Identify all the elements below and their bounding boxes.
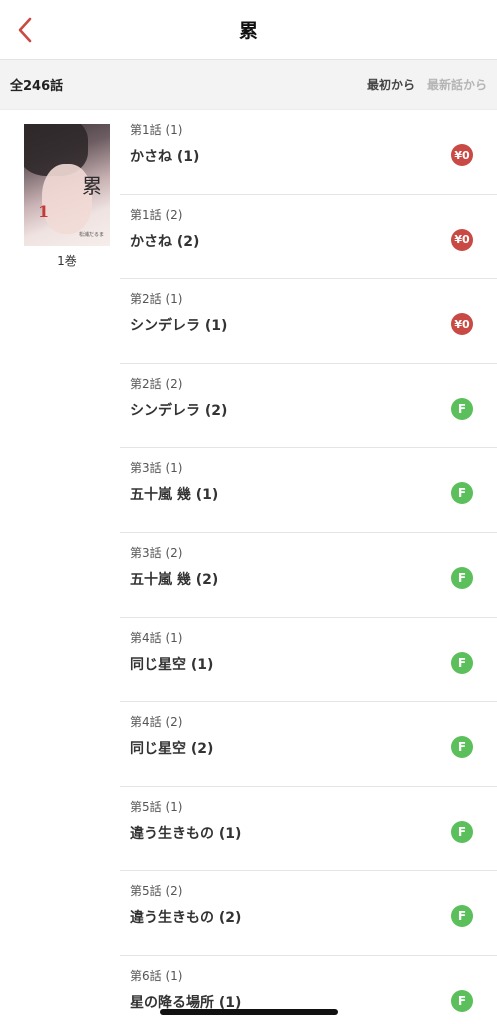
- episode-row[interactable]: 第4話 (1) 同じ星空 (1) F: [120, 618, 497, 703]
- episode-row[interactable]: 第2話 (2) シンデレラ (2) F: [120, 364, 497, 449]
- volume-cover-image[interactable]: 累 1 松浦だるま: [24, 124, 110, 246]
- episode-row[interactable]: 第4話 (2) 同じ星空 (2) F: [120, 702, 497, 787]
- episode-title: シンデレラ (1): [130, 318, 228, 335]
- episode-number: 第4話 (1): [130, 630, 183, 645]
- price-badge-icon: ¥0: [451, 313, 473, 336]
- back-button[interactable]: [10, 14, 40, 46]
- sort-newest-button[interactable]: 最新話から: [427, 76, 487, 93]
- episode-title: かさね (1): [130, 149, 200, 165]
- episode-number: 第3話 (1): [130, 461, 183, 476]
- cover-volume-number: 1: [38, 202, 50, 221]
- episode-number: 第1話 (1): [130, 123, 183, 137]
- free-badge-icon: F: [451, 566, 473, 589]
- episode-row[interactable]: 第1話 (1) かさね (1) ¥0: [120, 110, 497, 195]
- free-badge-icon: F: [451, 736, 473, 759]
- episode-number: 第2話 (1): [130, 292, 183, 307]
- episode-title: 五十嵐 幾 (1): [130, 487, 219, 504]
- cover-title: 累: [82, 174, 102, 198]
- sort-options: 最初から 最新話から: [367, 76, 487, 93]
- episode-title: 違う生きもの (2): [130, 910, 242, 927]
- free-badge-icon: F: [451, 905, 473, 928]
- episode-title: 五十嵐 幾 (2): [130, 571, 219, 588]
- cover-author: 松浦だるま: [78, 232, 104, 238]
- price-badge-icon: ¥0: [451, 144, 473, 166]
- episode-number: 第4話 (2): [130, 715, 183, 730]
- sort-oldest-button[interactable]: 最初から: [367, 76, 415, 93]
- episode-title: 同じ星空 (1): [130, 656, 214, 673]
- chevron-left-icon: [18, 17, 32, 43]
- episode-row[interactable]: 第2話 (1) シンデレラ (1) ¥0: [120, 279, 497, 364]
- episode-title: 同じ星空 (2): [130, 741, 214, 758]
- free-badge-icon: F: [451, 989, 473, 1012]
- volume-label: 1巻: [57, 254, 77, 268]
- episode-number: 第3話 (2): [130, 545, 183, 560]
- episode-count-bar: 全246話 最初から 最新話から: [0, 60, 497, 110]
- home-indicator: [160, 1009, 338, 1015]
- episode-title: かさね (2): [130, 233, 200, 250]
- page-title: 累: [238, 20, 258, 42]
- episode-content: 累 1 松浦だるま 1巻 第1話 (1) かさね (1) ¥0 第1話 (2) かさね …: [0, 110, 497, 1024]
- episode-list: 第1話 (1) かさね (1) ¥0 第1話 (2) かさね (2) ¥0 第2話 (1) シ…: [120, 110, 497, 1024]
- episode-number: 第2話 (2): [130, 376, 183, 391]
- episode-row[interactable]: 第3話 (2) 五十嵐 幾 (2) F: [120, 533, 497, 618]
- episode-row[interactable]: 第5話 (1) 違う生きもの (1) F: [120, 787, 497, 872]
- episode-row[interactable]: 第5話 (2) 違う生きもの (2) F: [120, 871, 497, 956]
- nav-bar: 累: [0, 0, 497, 60]
- episode-total: 全246話: [10, 79, 64, 94]
- price-badge-icon: ¥0: [451, 228, 473, 251]
- episode-title: シンデレラ (2): [130, 402, 228, 419]
- free-badge-icon: F: [451, 820, 473, 843]
- episode-row[interactable]: 第3話 (1) 五十嵐 幾 (1) F: [120, 448, 497, 533]
- free-badge-icon: F: [451, 397, 473, 420]
- episode-row[interactable]: 第1話 (2) かさね (2) ¥0: [120, 195, 497, 280]
- free-badge-icon: F: [451, 651, 473, 674]
- episode-number: 第1話 (2): [130, 207, 183, 222]
- episode-number: 第6話 (1): [130, 968, 183, 983]
- episode-title: 違う生きもの (1): [130, 825, 242, 842]
- free-badge-icon: F: [451, 482, 473, 505]
- episode-number: 第5話 (1): [130, 799, 183, 814]
- volume-card[interactable]: 累 1 松浦だるま 1巻: [24, 124, 110, 269]
- episode-number: 第5話 (2): [130, 884, 183, 899]
